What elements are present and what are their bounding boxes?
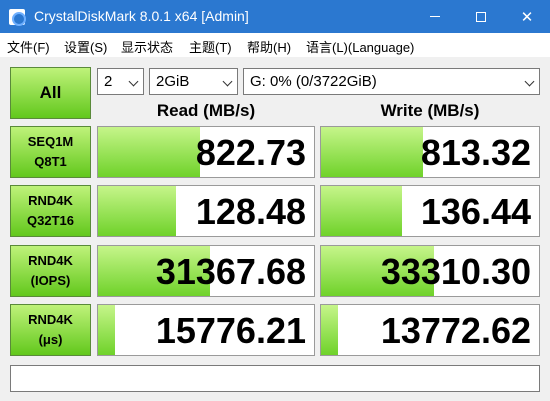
- write-result-cell: 813.32: [320, 126, 540, 178]
- read-result-cell: 822.73: [97, 126, 315, 178]
- write-value: 13772.62: [380, 310, 531, 351]
- minimize-button[interactable]: [412, 0, 458, 33]
- write-result-cell: 136.44: [320, 185, 540, 237]
- rnd4k-iops-button[interactable]: RND4K (IOPS): [10, 245, 91, 297]
- write-result-cell: 13772.62: [320, 304, 540, 356]
- rnd4k-latency-button[interactable]: RND4K (μs): [10, 304, 91, 356]
- minimize-icon: [430, 16, 440, 17]
- test-size-value: 2GiB: [156, 73, 190, 90]
- menu-theme[interactable]: 主题(T): [189, 37, 232, 56]
- maximize-button[interactable]: [458, 0, 504, 33]
- close-button[interactable]: ✕: [504, 0, 550, 33]
- write-header: Write (MB/s): [380, 101, 480, 120]
- main-panel: All 2 2GiB G: 0% (0/3722GiB) Read (MB/s)…: [0, 57, 550, 401]
- menu-settings[interactable]: 设置(S): [64, 37, 107, 56]
- write-value: 136.44: [420, 191, 531, 232]
- menu-display[interactable]: 显示状态: [121, 37, 173, 56]
- row-label-line1: RND4K: [28, 253, 73, 268]
- read-result-cell: 128.48: [97, 185, 315, 237]
- write-value: 33310.30: [380, 251, 531, 292]
- app-icon: [9, 9, 26, 26]
- menu-help[interactable]: 帮助(H): [247, 37, 291, 56]
- write-progress-bar: [321, 305, 339, 355]
- drive-value: G: 0% (0/3722GiB): [250, 73, 377, 90]
- read-result-cell: 31367.68: [97, 245, 315, 297]
- chevron-down-icon: [524, 76, 535, 87]
- read-header: Read (MB/s): [156, 101, 256, 120]
- menu-bar: 文件(F) 设置(S) 显示状态 主题(T) 帮助(H) 语言(L)(Langu…: [0, 33, 550, 57]
- row-label-line1: RND4K: [28, 312, 73, 327]
- menu-language[interactable]: 语言(L)(Language): [306, 37, 414, 56]
- chevron-down-icon: [222, 76, 233, 87]
- read-value: 15776.21: [155, 310, 306, 351]
- read-value: 128.48: [195, 191, 306, 232]
- read-progress-bar: [98, 127, 200, 177]
- write-result-cell: 33310.30: [320, 245, 540, 297]
- test-count-select[interactable]: 2: [97, 68, 144, 95]
- seq1m-q8t1-button[interactable]: SEQ1M Q8T1: [10, 126, 91, 178]
- comment-input[interactable]: [10, 365, 540, 392]
- write-progress-bar: [321, 186, 402, 236]
- row-label-line2: Q32T16: [27, 213, 74, 228]
- drive-select[interactable]: G: 0% (0/3722GiB): [243, 68, 540, 95]
- read-progress-bar: [98, 186, 176, 236]
- close-icon: ✕: [520, 8, 534, 26]
- row-label-line2: (IOPS): [30, 273, 71, 288]
- read-value: 31367.68: [155, 251, 306, 292]
- test-count-value: 2: [104, 73, 113, 90]
- row-label-line1: RND4K: [28, 193, 73, 208]
- read-progress-bar: [98, 305, 116, 355]
- test-size-select[interactable]: 2GiB: [149, 68, 238, 95]
- menu-file[interactable]: 文件(F): [7, 37, 50, 56]
- read-result-cell: 15776.21: [97, 304, 315, 356]
- window-title: CrystalDiskMark 8.0.1 x64 [Admin]: [34, 8, 249, 24]
- row-label-line2: (μs): [38, 332, 63, 347]
- chevron-down-icon: [128, 76, 139, 87]
- write-progress-bar: [321, 127, 424, 177]
- row-label-line1: SEQ1M: [27, 134, 74, 149]
- all-button[interactable]: All: [10, 67, 91, 119]
- write-value: 813.32: [420, 132, 531, 173]
- maximize-icon: [476, 11, 486, 22]
- title-bar: CrystalDiskMark 8.0.1 x64 [Admin] ✕: [0, 0, 550, 33]
- read-value: 822.73: [195, 132, 306, 173]
- row-label-line2: Q8T1: [34, 154, 67, 169]
- rnd4k-q32t16-button[interactable]: RND4K Q32T16: [10, 185, 91, 237]
